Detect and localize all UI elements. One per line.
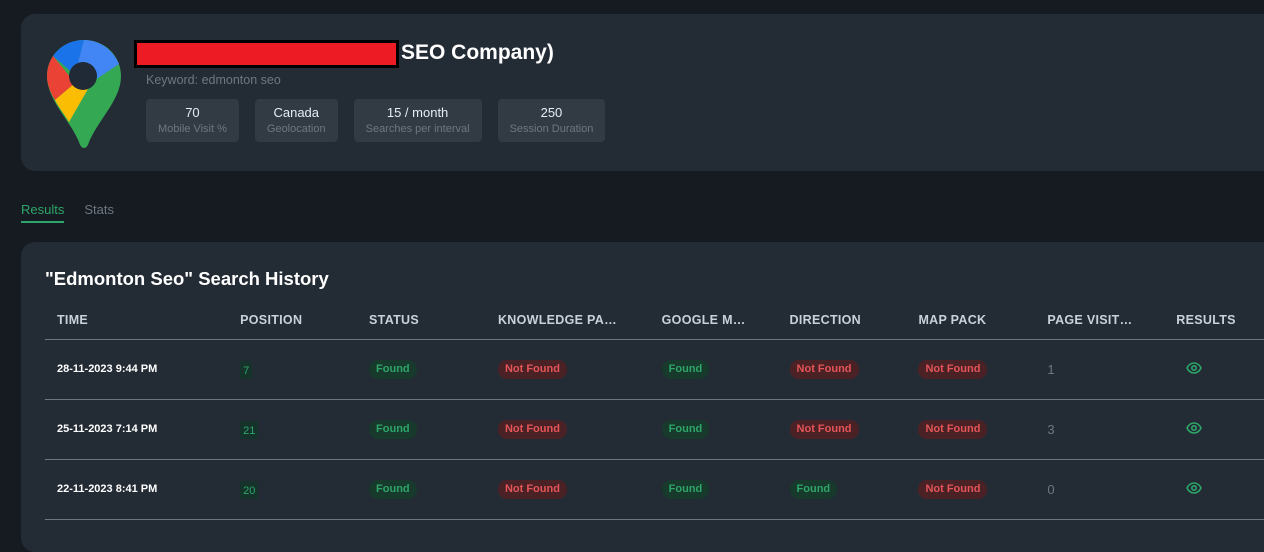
table-row: 28-11-2023 9:44 PM 7 Found Not Found Fou… <box>45 339 1264 400</box>
column-header-position[interactable]: POSITION <box>228 301 358 340</box>
status-badge: Found <box>369 419 417 439</box>
cell-direction: Found <box>777 459 907 520</box>
cell-google-maps: Found <box>649 339 778 400</box>
search-history-title: "Edmonton Seo" Search History <box>45 268 329 289</box>
stat-label: Geolocation <box>266 122 326 135</box>
redacted-company-name <box>134 40 399 68</box>
cell-map-pack: Not Found <box>906 339 1036 400</box>
campaign-header-card: SEO Company) Keyword: edmonton seo 70 Mo… <box>21 14 1264 171</box>
search-history-table: TIME POSITION STATUS KNOWLEDGE PA… GOOGL… <box>45 301 1264 520</box>
cell-time: 25-11-2023 7:14 PM <box>45 399 229 460</box>
status-badge: Not Found <box>497 359 567 379</box>
cell-position: 21 <box>228 399 358 460</box>
eye-icon[interactable] <box>1186 361 1203 374</box>
cell-status: Found <box>357 399 486 460</box>
position-badge: 20 <box>240 481 259 499</box>
stat-searches-per-interval: 15 / month Searches per interval <box>353 99 482 142</box>
status-badge: Found <box>661 479 710 499</box>
table-row: 22-11-2023 8:41 PM 20 Found Not Found Fo… <box>45 459 1264 520</box>
column-header-status[interactable]: STATUS <box>357 301 486 340</box>
google-maps-pin-icon <box>47 40 121 148</box>
status-badge: Found <box>789 479 838 499</box>
cell-results <box>1164 459 1264 520</box>
cell-map-pack: Not Found <box>906 399 1036 460</box>
column-header-knowledge-panel[interactable]: KNOWLEDGE PA… <box>485 301 650 340</box>
cell-page-visits: 3 <box>1035 399 1165 460</box>
cell-direction: Not Found <box>777 399 907 460</box>
stat-value: 250 <box>540 104 563 120</box>
table-header-row: TIME POSITION STATUS KNOWLEDGE PA… GOOGL… <box>45 301 1264 340</box>
cell-results <box>1164 399 1264 460</box>
cell-knowledge-panel: Not Found <box>485 399 650 460</box>
column-header-direction[interactable]: DIRECTION <box>777 301 907 340</box>
stat-geolocation: Canada Geolocation <box>254 99 338 142</box>
stat-label: Mobile Visit % <box>158 122 227 135</box>
cell-map-pack: Not Found <box>906 459 1036 520</box>
view-tabs: Results Stats <box>21 202 114 223</box>
keyword-label: Keyword: edmonton seo <box>146 73 281 87</box>
column-header-time[interactable]: TIME <box>45 301 229 340</box>
cell-page-visits: 0 <box>1035 459 1165 520</box>
stat-value: Canada <box>273 104 320 120</box>
cell-page-visits: 1 <box>1035 339 1165 400</box>
column-header-page-visits[interactable]: PAGE VISIT… <box>1035 301 1165 340</box>
company-title: SEO Company) <box>401 41 554 64</box>
eye-icon[interactable] <box>1186 421 1203 434</box>
cell-time: 22-11-2023 8:41 PM <box>45 459 229 520</box>
status-badge: Not Found <box>918 479 988 499</box>
status-badge: Not Found <box>789 359 859 379</box>
status-badge: Found <box>661 419 710 439</box>
search-history-card: "Edmonton Seo" Search History TIME POSIT… <box>21 242 1264 552</box>
cell-status: Found <box>357 459 486 520</box>
cell-status: Found <box>357 339 486 400</box>
eye-icon[interactable] <box>1186 481 1203 494</box>
cell-position: 7 <box>228 339 358 400</box>
table-row: 25-11-2023 7:14 PM 21 Found Not Found Fo… <box>45 399 1264 460</box>
stat-label: Searches per interval <box>365 122 470 135</box>
tab-results[interactable]: Results <box>21 202 65 223</box>
campaign-stats: 70 Mobile Visit % Canada Geolocation 15 … <box>146 99 606 142</box>
cell-knowledge-panel: Not Found <box>485 339 650 400</box>
cell-results <box>1164 339 1264 400</box>
status-badge: Not Found <box>918 419 988 439</box>
tab-stats[interactable]: Stats <box>84 202 114 223</box>
status-badge: Not Found <box>497 419 567 439</box>
status-badge: Found <box>369 359 417 379</box>
position-badge: 21 <box>240 421 259 439</box>
position-badge: 7 <box>240 361 253 379</box>
stat-value: 70 <box>185 104 200 120</box>
status-badge: Not Found <box>497 479 567 499</box>
stat-mobile-visit: 70 Mobile Visit % <box>146 99 239 142</box>
stat-session-duration: 250 Session Duration <box>497 99 606 142</box>
status-badge: Not Found <box>918 359 988 379</box>
cell-time: 28-11-2023 9:44 PM <box>45 339 229 400</box>
column-header-google-maps[interactable]: GOOGLE M… <box>649 301 778 340</box>
column-header-map-pack[interactable]: MAP PACK <box>906 301 1036 340</box>
status-badge: Found <box>661 359 710 379</box>
stat-label: Session Duration <box>509 122 594 135</box>
cell-google-maps: Found <box>649 399 778 460</box>
cell-direction: Not Found <box>777 339 907 400</box>
status-badge: Not Found <box>789 419 859 439</box>
status-badge: Found <box>369 479 417 499</box>
stat-value: 15 / month <box>386 104 449 120</box>
cell-position: 20 <box>228 459 358 520</box>
cell-google-maps: Found <box>649 459 778 520</box>
column-header-results[interactable]: RESULTS <box>1164 301 1264 340</box>
cell-knowledge-panel: Not Found <box>485 459 650 520</box>
